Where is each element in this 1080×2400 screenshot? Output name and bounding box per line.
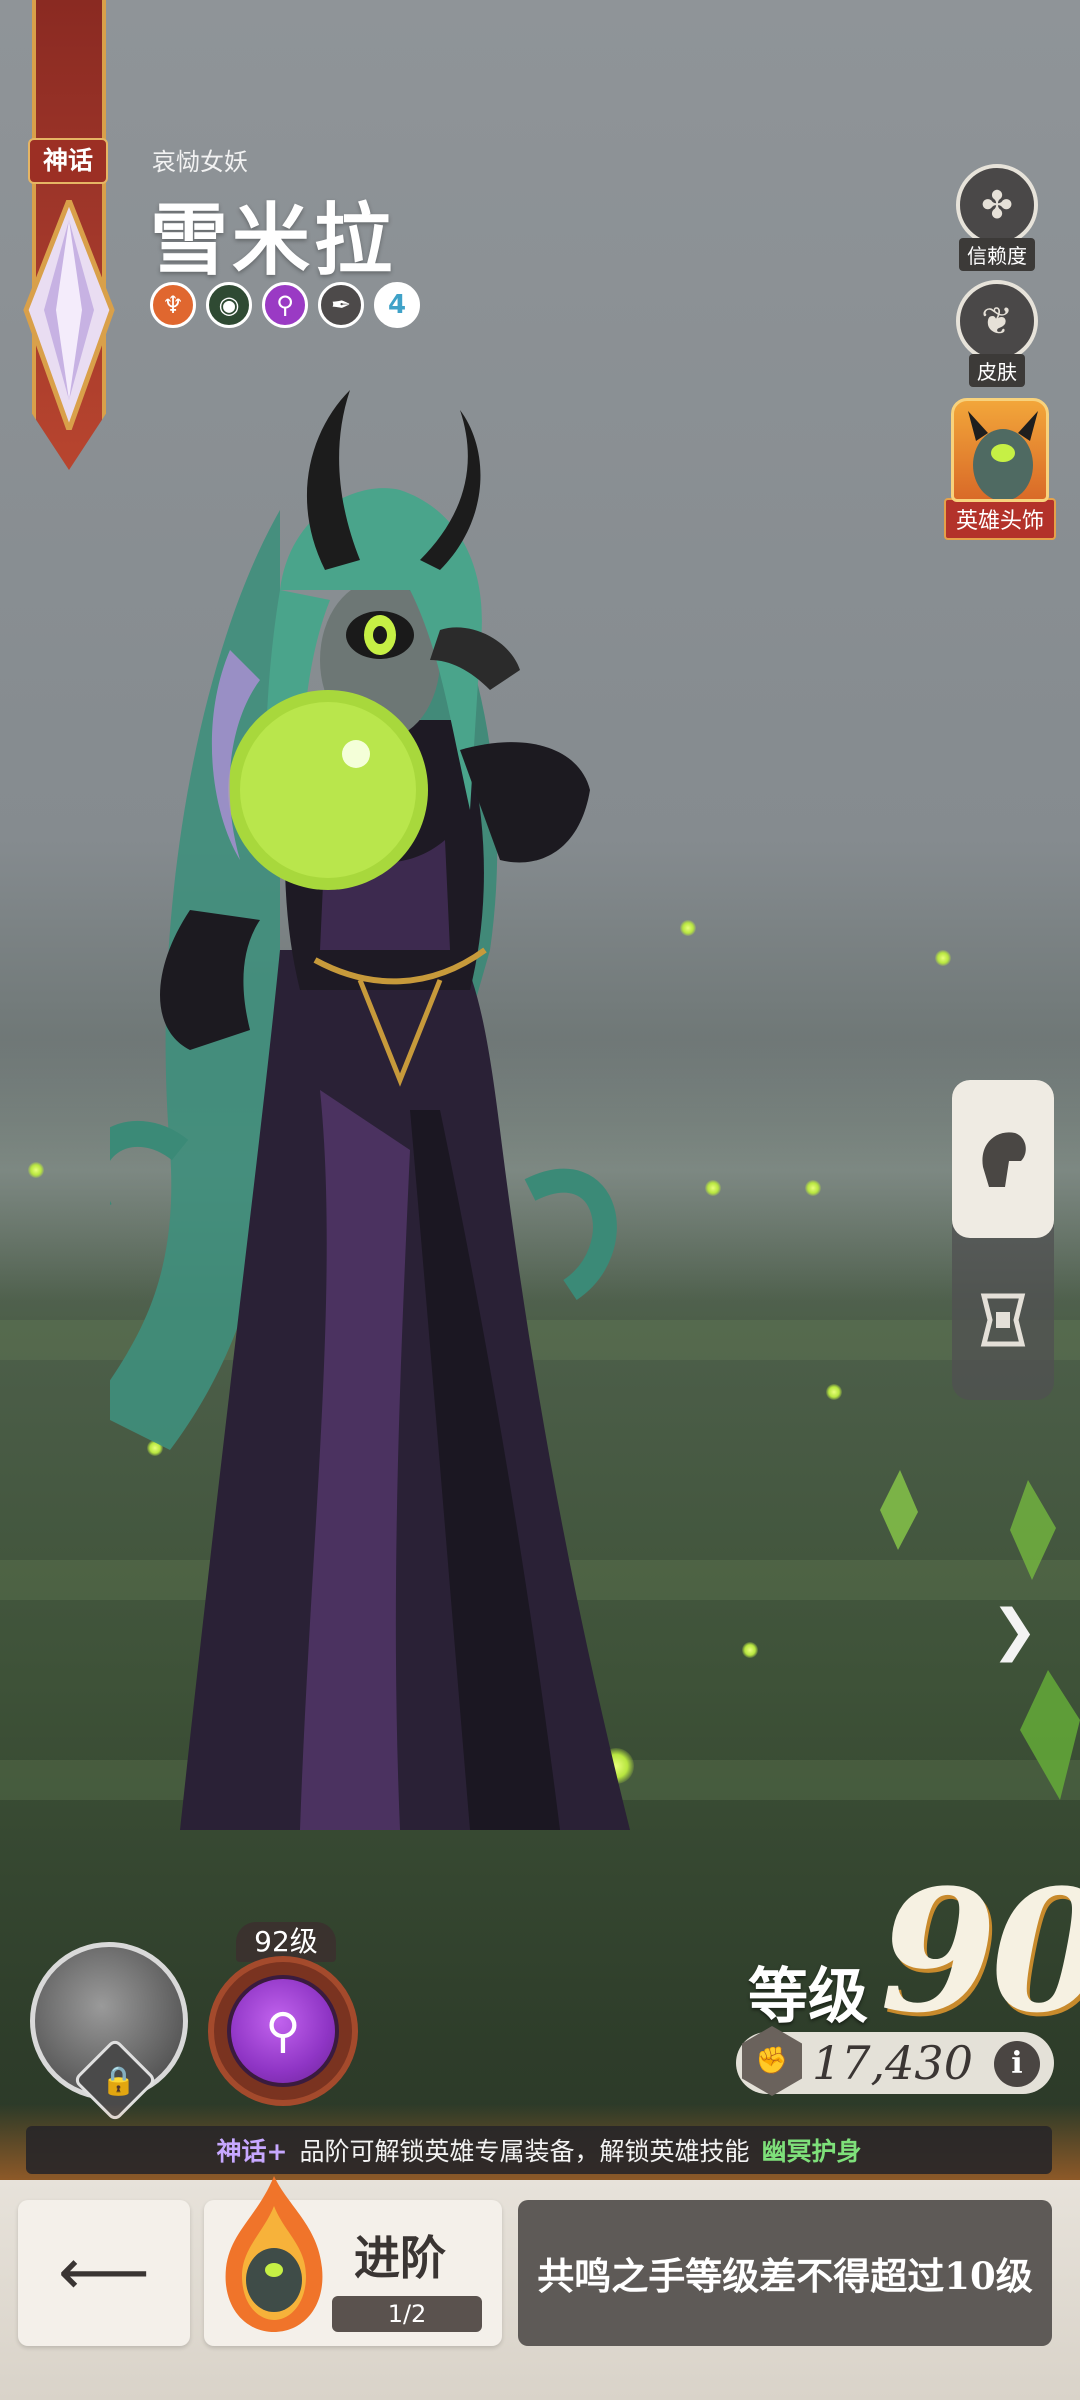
helmet-icon [982,1132,1026,1187]
firefly [805,1180,821,1196]
headwear-button[interactable]: 英雄头饰 [944,398,1056,540]
tab-scroll[interactable] [952,1250,1054,1390]
headwear-portrait [951,398,1049,502]
trident-icon[interactable]: ♆ [150,282,196,328]
power-display: ✊ 17,430 i [736,2026,1054,2096]
advance-progress: 1/2 [332,2296,482,2332]
trust-button[interactable]: ✤ 信赖度 [952,164,1042,271]
back-arrow-icon: ⟵ [58,2236,150,2310]
advance-button[interactable]: 进阶 1/2 [204,2176,502,2346]
skin-button[interactable]: ❦ 皮肤 [952,280,1042,387]
equipment-slot-locked[interactable]: 🔒 [30,1942,200,2123]
info-text: 品阶可解锁英雄专属装备，解锁英雄技能 [299,2137,750,2166]
trait-icons: ♆ ◉ ⚲ ✒ 4 [150,282,420,328]
feather-icon[interactable]: ✒ [318,282,364,328]
hero-illustration [110,390,630,1830]
rarity-crystal-icon [23,200,115,430]
clover-icon: ✤ [956,164,1038,246]
power-fist-icon: ✊ [742,2026,802,2096]
lock-icon: 🔒 [101,2064,136,2097]
info-skill: 幽冥护身 [761,2137,862,2166]
skin-label: 皮肤 [969,354,1025,387]
resonance-notice: 共鸣之手等级差不得超过10级 [518,2200,1052,2346]
level-label: 等级 [748,1962,868,2032]
next-hero-arrow-icon[interactable]: ❯ [991,1598,1038,1663]
advance-label: 进阶 [354,2231,446,2285]
bunny-icon: ❦ [956,280,1038,362]
firefly [935,950,951,966]
trust-label: 信赖度 [959,238,1035,271]
ascension-info-bar: 神话+ 品阶可解锁英雄专属装备，解锁英雄技能 幽冥护身 [26,2126,1052,2174]
tab-hero[interactable] [952,1080,1054,1238]
level-value: 90 [880,1852,1080,2050]
magnifier-skill-icon: ⚲ [227,1975,339,2087]
back-button[interactable]: ⟵ [18,2200,190,2346]
eye-icon[interactable]: ◉ [206,282,252,328]
flame-portrait-icon [225,2176,323,2332]
skill-ring: ⚲ [208,1956,358,2106]
scroll-icon [980,1293,1026,1347]
hero-title: 哀恸女妖 [152,148,248,176]
headwear-label: 英雄头饰 [944,498,1056,540]
firefly [742,1642,758,1658]
magnifier-icon[interactable]: ⚲ [262,282,308,328]
hero-portrait-icon [968,411,1038,499]
hero-name: 雪米拉 [150,195,397,286]
view-tabs [952,1080,1054,1400]
info-rank: 神话+ [216,2137,288,2166]
firefly [826,1384,842,1400]
rarity-label: 神话 [28,138,108,184]
crystal-shards [880,1470,1080,1800]
signature-skill-slot[interactable]: 92级 ⚲ [208,1922,358,2122]
info-button[interactable]: i [994,2041,1040,2087]
power-value: 17,430 [812,2036,973,2090]
firefly [28,1162,44,1178]
number-badge[interactable]: 4 [374,282,420,328]
